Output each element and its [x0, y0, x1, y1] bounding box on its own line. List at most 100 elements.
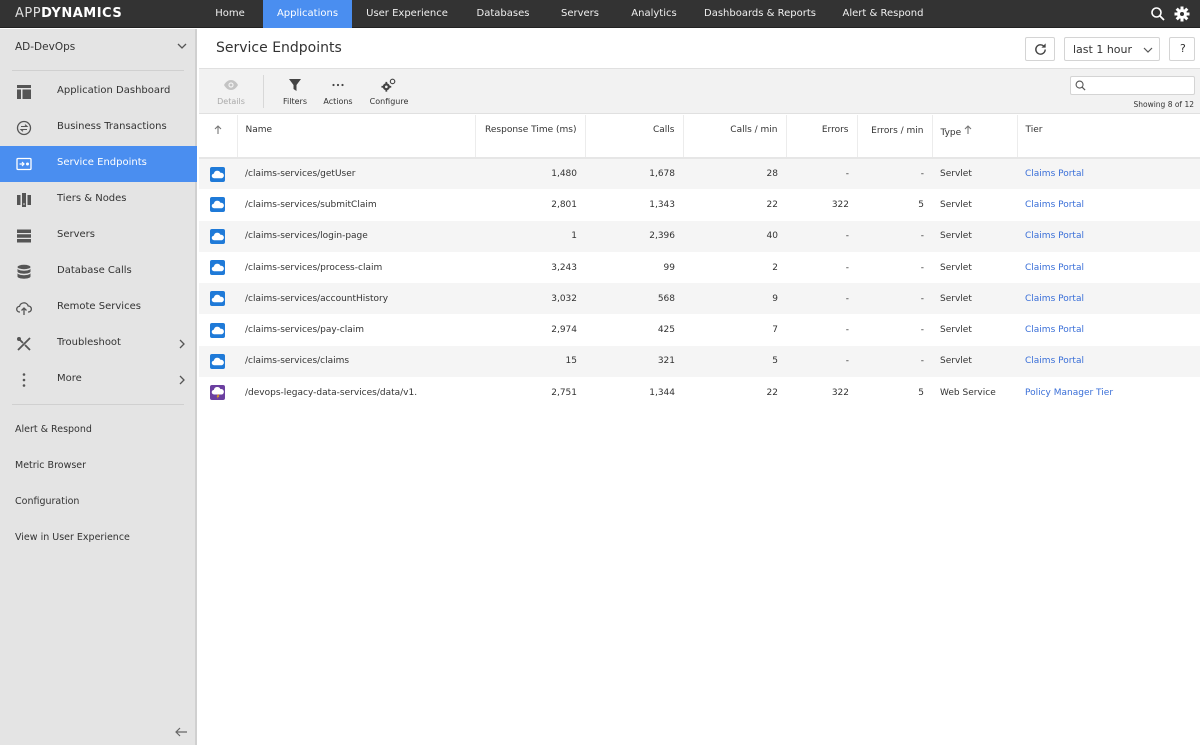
sidebar-item-database-calls[interactable]: Database Calls	[0, 254, 197, 290]
chevron-right-icon	[179, 375, 185, 385]
more-vertical-icon	[22, 373, 26, 387]
sidebar-link-metric-browser[interactable]: Metric Browser	[15, 460, 86, 471]
tier-link[interactable]: Claims Portal	[1017, 345, 1200, 378]
errors: -	[845, 262, 849, 273]
errors-per-min: -	[857, 158, 932, 190]
column-header-calls[interactable]: Calls	[585, 115, 684, 159]
nav-tab-home[interactable]: Home	[198, 0, 262, 28]
endpoint-type: Servlet	[940, 262, 972, 273]
servlet-cloud-icon	[210, 228, 225, 244]
search-icon[interactable]	[1150, 6, 1166, 22]
response-time: 15	[475, 345, 585, 378]
endpoint-name[interactable]: /claims-services/login-page	[237, 220, 475, 252]
endpoint-name[interactable]: /claims-services/getUser	[237, 158, 475, 190]
column-header-response-time[interactable]: Response Time (ms)	[475, 115, 586, 159]
column-header-errors[interactable]: Errors	[786, 115, 858, 159]
response-time: 2,974	[551, 325, 577, 336]
endpoint-type: Servlet	[932, 345, 1017, 378]
search-field[interactable]	[1091, 78, 1191, 93]
help-button[interactable]: ?	[1169, 37, 1195, 61]
service-endpoint-icon	[16, 157, 32, 171]
appdynamics-logo[interactable]: APPDYNAMICS	[15, 6, 122, 21]
sidebar-item-application-dashboard[interactable]: Application Dashboard	[0, 74, 197, 110]
chevron-down-icon[interactable]	[177, 42, 187, 50]
table-row[interactable]: /devops-legacy-data-services/data/v1. 2,7…	[199, 377, 1200, 408]
column-header-name[interactable]: Name	[237, 115, 476, 159]
errors-per-min: -	[857, 345, 932, 378]
nav-tab-alert-respond[interactable]: Alert & Respond	[810, 0, 956, 28]
sidebar-item-remote-services[interactable]: Remote Services	[0, 290, 197, 326]
collapse-sidebar-arrow-icon[interactable]	[174, 726, 188, 738]
sidebar-item-more[interactable]: More	[0, 362, 197, 398]
nav-tab-servers[interactable]: Servers	[550, 0, 610, 28]
tier-link[interactable]: Claims Portal	[1017, 158, 1200, 190]
nav-tab-applications[interactable]: Applications	[263, 0, 352, 28]
gears-icon	[381, 78, 396, 92]
response-time: 1,480	[475, 158, 585, 190]
sidebar-link-configuration[interactable]: Configuration	[15, 496, 79, 507]
tier-link[interactable]: Claims Portal	[1017, 220, 1200, 252]
table-row[interactable]: /claims-services/getUser 1,480 1,678 28- - Se…	[199, 158, 1200, 190]
nav-tab-databases[interactable]: Databases	[466, 0, 540, 28]
refresh-button[interactable]	[1025, 37, 1055, 61]
row-icon-cell	[199, 252, 237, 283]
endpoint-name[interactable]: /claims-services/claims	[237, 345, 475, 378]
tier-link[interactable]: Policy Manager Tier	[1017, 377, 1200, 408]
column-header-sort[interactable]	[199, 115, 238, 159]
tier-link[interactable]: Claims Portal	[1017, 283, 1200, 315]
actions-button[interactable]: Actions	[321, 69, 355, 115]
endpoint-name[interactable]: /claims-services/process-claim	[237, 252, 475, 283]
sort-arrow-up-icon	[214, 125, 222, 134]
sidebar-item-servers[interactable]: Servers	[0, 218, 197, 254]
gear-icon[interactable]	[1174, 6, 1190, 22]
sidebar-link-view-in-user-experience[interactable]: View in User Experience	[15, 532, 130, 543]
nav-tab-analytics[interactable]: Analytics	[620, 0, 688, 28]
search-input[interactable]	[1070, 76, 1195, 95]
column-header-type[interactable]: Type	[932, 115, 1018, 159]
table-row[interactable]: /claims-services/process-claim 3,243 99 2 - -…	[199, 252, 1200, 283]
sort-arrow-up-icon	[964, 125, 972, 134]
sidebar-item-label: Database Calls	[57, 265, 132, 276]
sidebar: AD-DevOps Application Dashboard Business…	[0, 29, 197, 745]
details-button[interactable]: Details	[213, 69, 249, 115]
servlet-cloud-icon	[210, 260, 225, 276]
endpoint-name[interactable]: /claims-services/accountHistory	[237, 283, 475, 315]
table-row[interactable]: /claims-services/accountHistory 3,032 568 9…	[199, 283, 1200, 315]
calls-per-min: 5	[683, 345, 786, 378]
column-header-tier[interactable]: Tier	[1017, 115, 1200, 159]
sidebar-item-label: Servers	[57, 229, 96, 240]
application-selector[interactable]: AD-DevOps	[15, 41, 75, 53]
calls: 1,678	[585, 158, 683, 190]
sidebar-item-troubleshoot[interactable]: Troubleshoot	[0, 326, 197, 362]
column-header-calls-per-min[interactable]: Calls / min	[683, 115, 787, 159]
cloud-upload-icon	[16, 302, 32, 315]
details-label: Details	[217, 97, 245, 106]
tier-link[interactable]: Claims Portal	[1017, 252, 1200, 283]
row-icon-cell	[199, 283, 237, 315]
time-range-dropdown[interactable]: last 1 hour	[1064, 37, 1160, 61]
calls-per-min: 9	[683, 283, 786, 315]
nav-tab-user-experience[interactable]: User Experience	[356, 0, 458, 28]
table-row[interactable]: /claims-services/login-page 1 2,396 40- - Ser…	[199, 220, 1200, 252]
table-row[interactable]: /claims-services/submitClaim 2,801 1,343 22…	[199, 189, 1200, 220]
nav-tab-dashboards-reports[interactable]: Dashboards & Reports	[698, 0, 822, 28]
calls-per-min: 28	[683, 158, 786, 190]
servlet-cloud-icon	[210, 322, 225, 338]
help-label: ?	[1180, 42, 1186, 55]
endpoint-name[interactable]: /claims-services/pay-claim	[237, 314, 475, 345]
tier-link[interactable]: Claims Portal	[1017, 189, 1200, 220]
sidebar-item-tiers-nodes[interactable]: Tiers & Nodes	[0, 182, 197, 218]
table-row[interactable]: /claims-services/pay-claim 2,974 425 7 - - Ser…	[199, 314, 1200, 345]
sidebar-item-service-endpoints[interactable]: Service Endpoints	[0, 146, 197, 182]
servlet-cloud-icon	[210, 166, 225, 182]
endpoint-name[interactable]: /claims-services/submitClaim	[237, 189, 475, 220]
table-row[interactable]: /claims-services/claims 15 321 5- - Servlet Cl…	[199, 345, 1200, 378]
endpoint-name[interactable]: /devops-legacy-data-services/data/v1.	[237, 377, 475, 408]
configure-button[interactable]: Configure	[367, 69, 411, 115]
column-header-type-label: Type	[940, 128, 962, 138]
filters-button[interactable]: Filters	[279, 69, 311, 115]
sidebar-item-business-transactions[interactable]: Business Transactions	[0, 110, 197, 146]
sidebar-link-alert-respond[interactable]: Alert & Respond	[15, 424, 92, 435]
column-header-errors-per-min[interactable]: Errors / min	[857, 115, 933, 159]
tier-link[interactable]: Claims Portal	[1017, 314, 1200, 345]
